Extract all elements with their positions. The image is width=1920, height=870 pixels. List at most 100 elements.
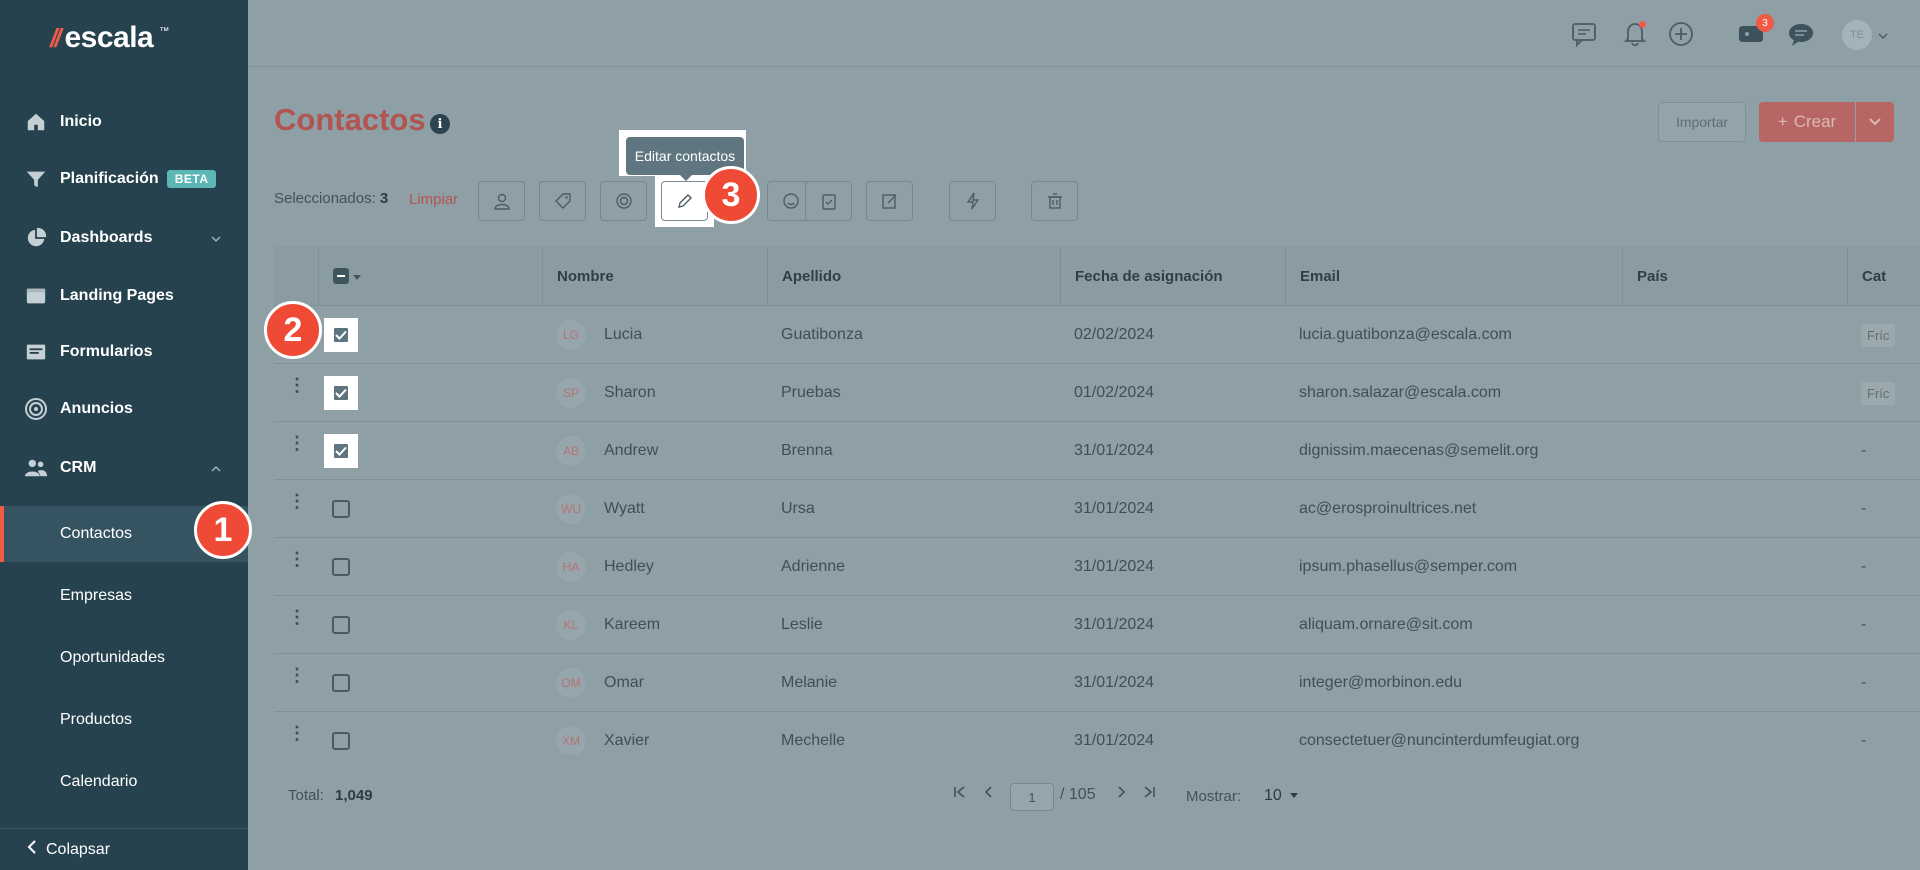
selection-label: Seleccionados: — [274, 190, 376, 207]
cell-nombre[interactable]: SP Sharon — [556, 364, 656, 422]
table-row[interactable]: LG Lucia Guatibonza 02/02/2024 lucia.guatibo… — [274, 306, 1920, 364]
page-size-select[interactable]: 10 — [1264, 787, 1299, 805]
page-size-label: Mostrar: — [1186, 788, 1242, 805]
tag-button[interactable] — [539, 181, 586, 221]
chat-bubbles-icon[interactable] — [1570, 19, 1600, 49]
import-button[interactable]: Importar — [1658, 102, 1746, 142]
cell-email: consectetuer@nuncinterdumfeugiat.org — [1299, 732, 1580, 749]
edit-note-button[interactable] — [866, 181, 913, 221]
user-avatar[interactable]: TE — [1842, 20, 1872, 50]
select-all-checkbox[interactable] — [333, 268, 349, 284]
sidebar-item-landing-pages[interactable]: Landing Pages — [0, 272, 248, 320]
cell-nombre[interactable]: AB Andrew — [556, 422, 658, 480]
edit-contacts-button[interactable] — [661, 181, 708, 221]
support-chat-icon[interactable] — [1786, 19, 1816, 49]
column-fecha-asignacion[interactable]: Fecha de asignación — [1060, 246, 1286, 306]
last-page-icon[interactable] — [1142, 785, 1156, 804]
row-menu-icon[interactable]: ⋮ — [288, 376, 306, 394]
create-dropdown-button[interactable] — [1856, 102, 1894, 142]
row-menu-icon[interactable]: ⋮ — [288, 550, 306, 568]
column-nombre[interactable]: Nombre — [542, 246, 768, 306]
table-row[interactable]: ⋮ WU Wyatt Ursa 31/01/2024 ac@erosproinultric… — [274, 480, 1920, 538]
table-row[interactable]: ⋮ KL Kareem Leslie 31/01/2024 aliquam.ornare@… — [274, 596, 1920, 654]
row-checkbox[interactable] — [332, 558, 350, 576]
avatar-chevron-down-icon[interactable] — [1878, 28, 1888, 46]
cell-nombre[interactable]: OM Omar — [556, 654, 644, 712]
sidebar-item-planificacion[interactable]: Planificación BETA — [0, 155, 248, 203]
sidebar-item-inicio[interactable]: Inicio — [0, 98, 248, 146]
table-row[interactable]: ⋮ SP Sharon Pruebas 01/02/2024 sharon.salazar… — [274, 364, 1920, 422]
table-footer: Total: 1,049 1 / 105 Mostrar: 10 — [274, 775, 1894, 815]
table-row[interactable]: ⋮ XM Xavier Mechelle 31/01/2024 consectetuer@… — [274, 712, 1920, 754]
select-all-column — [318, 246, 548, 306]
automation-button[interactable] — [949, 181, 996, 221]
first-page-icon[interactable] — [953, 785, 967, 804]
sidebar-subitem-calendario[interactable]: Calendario — [0, 754, 248, 810]
row-checkbox[interactable] — [332, 616, 350, 634]
row-menu-icon[interactable]: ⋮ — [288, 492, 306, 510]
table-row[interactable]: ⋮ OM Omar Melanie 31/01/2024 integer@morbinon… — [274, 654, 1920, 712]
create-label: Crear — [1793, 112, 1837, 131]
sidebar-item-dashboards[interactable]: Dashboards — [0, 214, 248, 262]
row-checkbox[interactable] — [332, 732, 350, 750]
cell-categoria: - — [1861, 558, 1867, 575]
page-number-input[interactable]: 1 — [1010, 783, 1054, 811]
row-menu-icon[interactable]: ⋮ — [288, 666, 306, 684]
row-checkbox[interactable] — [332, 674, 350, 692]
sidebar-subitem-oportunidades[interactable]: Oportunidades — [0, 630, 248, 686]
brand-logo[interactable]: // escala ™ — [50, 20, 169, 56]
cell-categoria: Fríc — [1861, 306, 1896, 364]
column-categoria[interactable]: Cat — [1847, 246, 1920, 306]
sidebar-subitem-empresas[interactable]: Empresas — [0, 568, 248, 624]
table-row[interactable]: ⋮ AB Andrew Brenna 31/01/2024 dignissim.maece… — [274, 422, 1920, 480]
clipboard-button[interactable] — [805, 181, 852, 221]
row-checkbox[interactable] — [332, 384, 350, 402]
row-checkbox[interactable] — [332, 326, 350, 344]
assign-owner-button[interactable] — [478, 181, 525, 221]
selection-count: Seleccionados: 3 — [274, 190, 388, 207]
create-button[interactable]: + Crear — [1759, 102, 1855, 142]
row-menu-icon[interactable]: ⋮ — [288, 608, 306, 626]
table-row[interactable]: ⋮ HA Hedley Adrienne 31/01/2024 ipsum.phasell… — [274, 538, 1920, 596]
cell-nombre[interactable]: HA Hedley — [556, 538, 654, 596]
sidebar-item-anuncios[interactable]: Anuncios — [0, 385, 248, 433]
sidebar-item-crm[interactable]: CRM — [0, 444, 248, 492]
row-checkbox[interactable] — [332, 500, 350, 518]
cell-nombre[interactable]: LG Lucia — [556, 306, 642, 364]
cell-nombre[interactable]: XM Xavier — [556, 712, 649, 754]
row-checkbox[interactable] — [332, 442, 350, 460]
cell-fecha: 01/02/2024 — [1074, 384, 1155, 401]
first-name: Wyatt — [604, 500, 645, 517]
pie-chart-icon — [24, 226, 48, 250]
bell-icon[interactable] — [1620, 19, 1650, 49]
collapse-sidebar-button[interactable]: Colapsar — [0, 828, 248, 870]
row-menu-icon[interactable]: ⋮ — [288, 434, 306, 452]
column-apellido[interactable]: Apellido — [767, 246, 1061, 306]
tooltip-arrow — [680, 175, 692, 181]
target-icon — [24, 397, 48, 421]
delete-button[interactable] — [1031, 181, 1078, 221]
notification-dot — [1639, 21, 1646, 28]
cell-apellido: Adrienne — [781, 558, 846, 575]
column-email[interactable]: Email — [1285, 246, 1623, 306]
cell-apellido: Pruebas — [781, 384, 841, 401]
cell-nombre[interactable]: KL Kareem — [556, 596, 660, 654]
cell-fecha: 31/01/2024 — [1074, 500, 1155, 517]
ticket-icon[interactable]: 3 — [1736, 14, 1774, 49]
clipboard-check-icon — [821, 194, 836, 210]
contact-avatar: WU — [556, 494, 586, 524]
clear-selection-link[interactable]: Limpiar — [409, 191, 458, 208]
next-page-icon[interactable] — [1117, 785, 1127, 804]
column-pais[interactable]: País — [1622, 246, 1832, 306]
prev-page-icon[interactable] — [983, 785, 993, 804]
total-count: 1,049 — [335, 787, 373, 804]
info-icon[interactable]: i — [430, 114, 450, 134]
sidebar-item-formularios[interactable]: Formularios — [0, 328, 248, 376]
cell-nombre[interactable]: WU Wyatt — [556, 480, 645, 538]
row-menu-icon[interactable]: ⋮ — [288, 724, 306, 742]
add-circle-icon[interactable] — [1666, 19, 1696, 49]
campaign-button[interactable] — [600, 181, 647, 221]
smile-icon — [782, 193, 799, 209]
sidebar-subitem-productos[interactable]: Productos — [0, 692, 248, 748]
select-dropdown-caret-icon[interactable] — [353, 268, 361, 285]
